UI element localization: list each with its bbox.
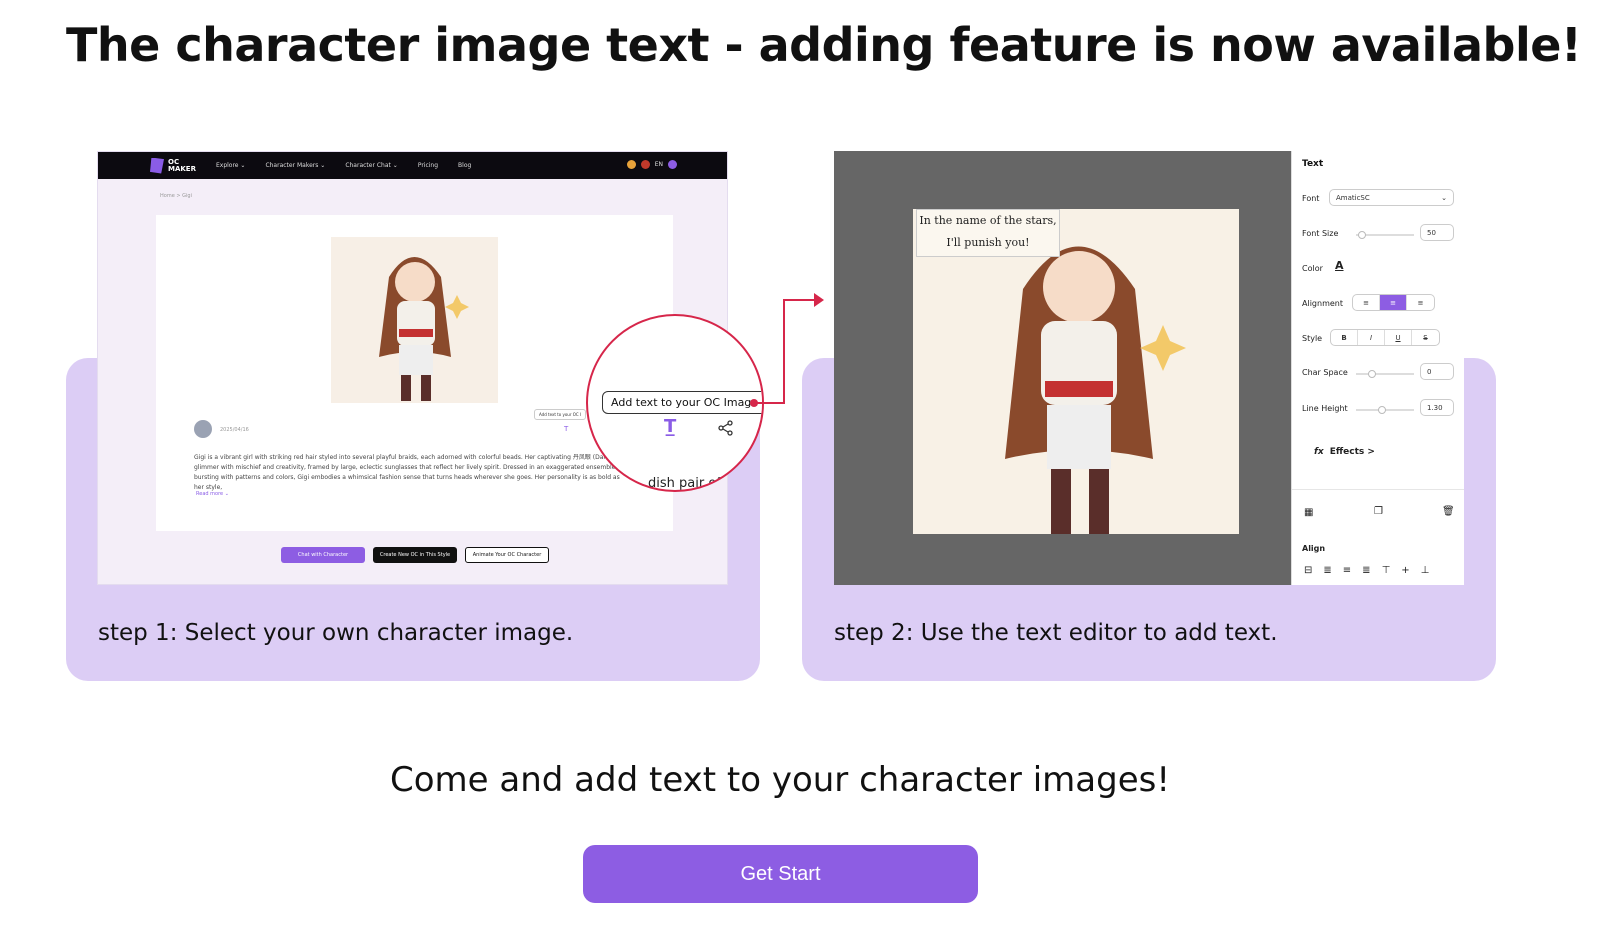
char-space-label: Char Space — [1302, 368, 1348, 377]
nav-right-group: EN — [626, 160, 677, 169]
align-middle-icon[interactable]: + — [1401, 565, 1420, 576]
logo-text: OC MAKER — [168, 157, 196, 173]
step-arrow-icon — [750, 293, 824, 407]
flag-icon — [640, 160, 650, 169]
post-date: 2025/04/16 — [220, 427, 249, 433]
strikethrough-button[interactable]: S — [1412, 330, 1439, 345]
oc-maker-logo: OC MAKER — [150, 157, 196, 174]
align-left-edge-icon[interactable]: ≣ — [1323, 565, 1342, 576]
font-select-value: AmaticSC — [1336, 193, 1370, 202]
align-section-label: Align — [1302, 544, 1326, 553]
line-height-input[interactable]: 1.30 — [1420, 399, 1454, 416]
create-new-oc-button[interactable]: Create New OC in This Style — [373, 547, 457, 563]
effects-button[interactable]: fx Effects > — [1314, 447, 1375, 457]
step-2-caption: step 2: Use the text editor to add text. — [834, 620, 1278, 646]
read-more-link[interactable]: Read more ⌄ — [196, 491, 229, 497]
bold-button[interactable]: B — [1331, 330, 1358, 345]
align-left-icon[interactable]: ≡ — [1353, 295, 1380, 310]
font-size-slider[interactable] — [1356, 231, 1414, 239]
line-height-label: Line Height — [1302, 404, 1348, 413]
anime-girl-figure-large — [1005, 246, 1186, 534]
get-start-button[interactable]: Get Start — [583, 845, 978, 903]
transparency-icon[interactable]: ▦ — [1304, 507, 1313, 518]
effects-label: Effects > — [1329, 447, 1375, 457]
animate-oc-button[interactable]: Animate Your OC Character — [465, 547, 549, 563]
nav-pricing: Pricing — [417, 162, 439, 169]
char-space-slider[interactable] — [1356, 370, 1414, 378]
align-distribute-icon[interactable]: ⊟ — [1304, 565, 1323, 576]
add-text-mini-button[interactable]: Add text to your OC I — [534, 409, 587, 420]
user-avatar-icon — [668, 160, 677, 169]
char-space-knob[interactable] — [1368, 370, 1376, 378]
alignment-label: Alignment — [1302, 299, 1343, 308]
cta-subheading: Come and add text to your character imag… — [390, 760, 1170, 800]
fx-icon: fx — [1314, 447, 1324, 457]
align-right-icon[interactable]: ≡ — [1407, 295, 1434, 310]
character-image — [331, 237, 498, 403]
breadcrumb: Home > Gigi — [160, 193, 192, 199]
canvas-text-box[interactable]: In the name of the stars, I'll punish yo… — [916, 209, 1060, 257]
color-picker-icon[interactable]: A — [1335, 259, 1344, 272]
chevron-down-icon: ⌄ — [1441, 193, 1447, 202]
underline-button[interactable]: U — [1385, 330, 1412, 345]
nav-explore: Explore ⌄ — [215, 162, 246, 169]
editor-canvas: In the name of the stars, I'll punish yo… — [913, 209, 1239, 534]
italic-button[interactable]: I — [1358, 330, 1385, 345]
zoom-highlight: Add text to your OC Image T̲ dish pair o… — [586, 314, 764, 492]
step-2-screenshot: In the name of the stars, I'll punish yo… — [834, 151, 1464, 585]
panel-title: Text — [1302, 159, 1324, 169]
delete-icon[interactable]: 🗑 — [1442, 506, 1455, 517]
align-top-icon[interactable]: ⊤ — [1382, 565, 1402, 576]
action-buttons: Chat with Character Create New OC in Thi… — [281, 547, 549, 563]
line-height-knob[interactable] — [1378, 406, 1386, 414]
font-size-label: Font Size — [1302, 229, 1339, 238]
nav-character-chat: Character Chat ⌄ — [345, 162, 398, 169]
add-text-to-oc-image-button[interactable]: Add text to your OC Image — [602, 391, 762, 414]
line-height-slider[interactable] — [1356, 406, 1414, 414]
style-toggle[interactable]: B I U S — [1330, 329, 1440, 346]
font-select[interactable]: AmaticSC ⌄ — [1329, 189, 1454, 206]
align-toolbar: ⊟≣≡≣⊤+⊥ — [1304, 565, 1440, 576]
font-label: Font — [1302, 194, 1320, 203]
color-label: Color — [1302, 264, 1323, 273]
nav-character-makers: Character Makers ⌄ — [265, 162, 326, 169]
char-space-input[interactable]: 0 — [1420, 363, 1454, 380]
zoom-peek-text: dish pair of — [648, 476, 721, 491]
step-1-caption: step 1: Select your own character image. — [98, 620, 574, 646]
character-bio: Gigi is a vibrant girl with striking red… — [194, 454, 623, 491]
anime-girl-figure — [379, 257, 469, 401]
sun-icon — [626, 160, 636, 169]
chat-with-character-button[interactable]: Chat with Character — [281, 547, 365, 563]
align-center-icon[interactable]: ≡ — [1380, 295, 1407, 310]
page-headline: The character image text - adding featur… — [66, 18, 1582, 72]
panel-divider — [1292, 489, 1464, 490]
author-avatar — [194, 420, 212, 438]
style-label: Style — [1302, 334, 1323, 343]
duplicate-icon[interactable]: ❐ — [1374, 506, 1383, 517]
text-settings-panel: Text Font AmaticSC ⌄ Font Size 50 Color … — [1291, 151, 1464, 585]
text-tool-icon[interactable]: T̲ — [664, 416, 676, 437]
font-size-knob[interactable] — [1358, 231, 1366, 239]
font-size-input[interactable]: 50 — [1420, 224, 1454, 241]
text-tool-mini-icon[interactable]: T — [564, 425, 568, 433]
share-icon[interactable] — [718, 420, 734, 436]
canvas-text-line-2: I'll punish you! — [946, 236, 1030, 249]
lang-label: EN — [654, 161, 663, 168]
align-center-h-icon[interactable]: ≡ — [1343, 565, 1362, 576]
alignment-toggle[interactable]: ≡ ≡ ≡ — [1352, 294, 1435, 311]
canvas-text-line-1: In the name of the stars, — [919, 214, 1057, 227]
align-right-edge-icon[interactable]: ≣ — [1362, 565, 1381, 576]
align-bottom-icon[interactable]: ⊥ — [1421, 565, 1441, 576]
logo-mark-icon — [150, 157, 164, 174]
site-navbar: OC MAKER Explore ⌄ Character Makers ⌄ Cha… — [98, 152, 727, 179]
nav-blog: Blog — [458, 162, 472, 169]
